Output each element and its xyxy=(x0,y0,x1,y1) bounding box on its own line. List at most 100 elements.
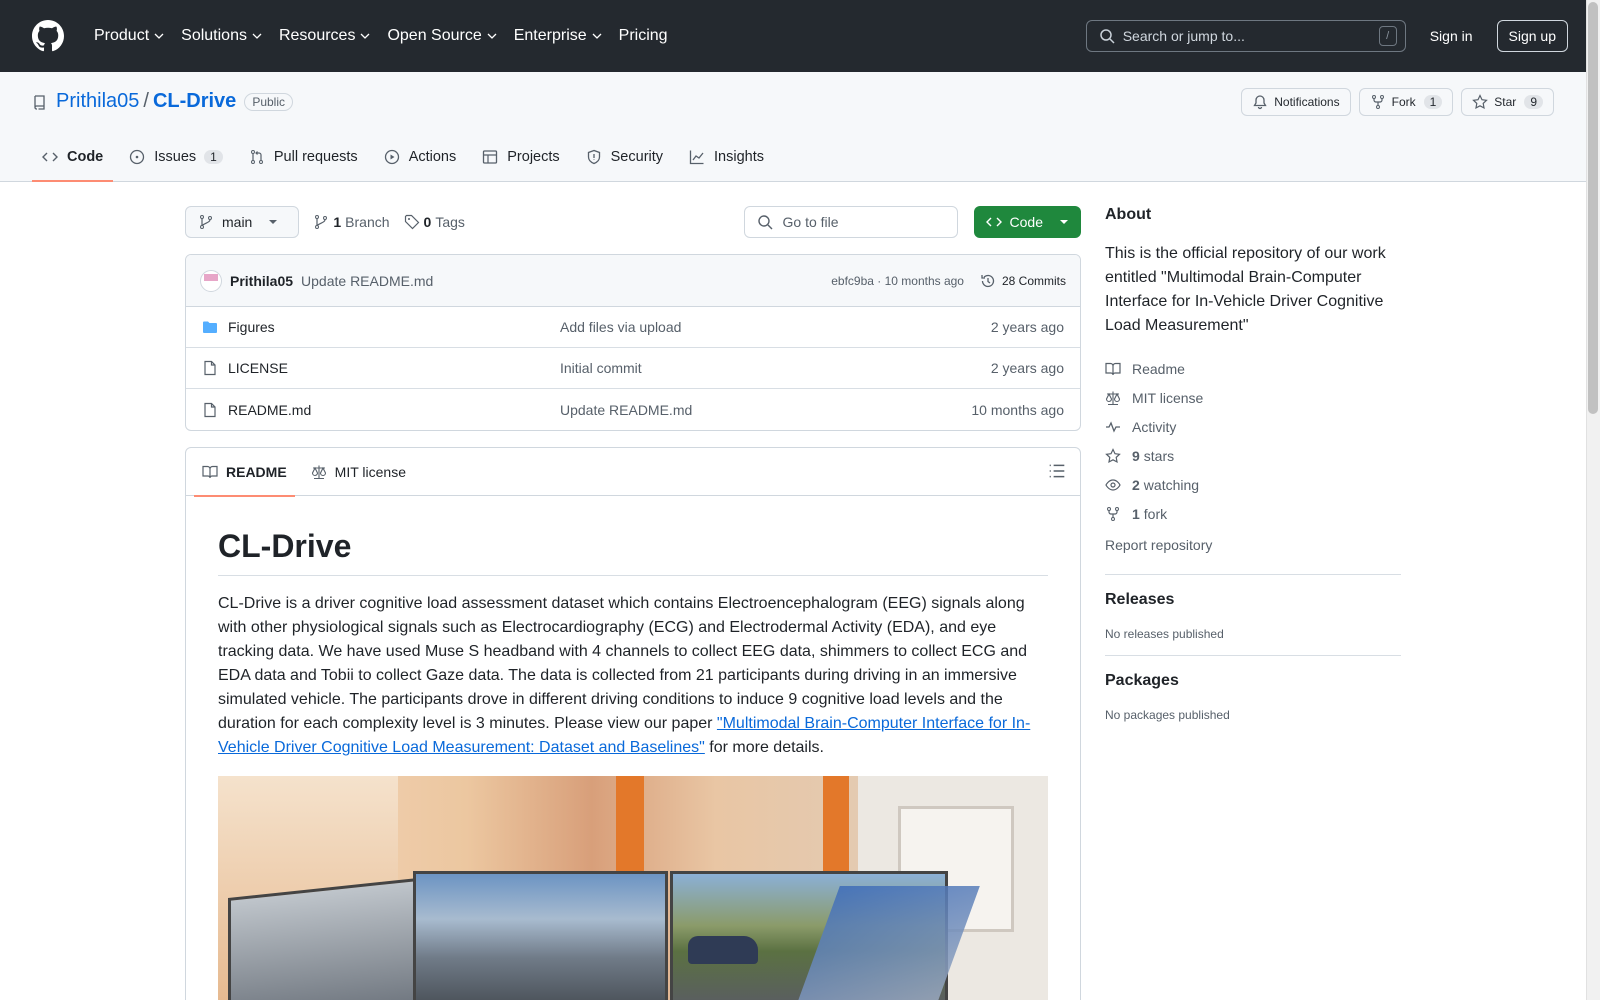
search-icon xyxy=(757,215,773,230)
file-icon xyxy=(204,360,216,376)
nav-resources[interactable]: Resources xyxy=(271,20,379,52)
github-logo-icon[interactable] xyxy=(32,20,64,52)
file-commit-message[interactable]: Add files via upload xyxy=(560,319,991,335)
stars-link[interactable]: 9 stars xyxy=(1105,441,1401,470)
list-outline-icon[interactable] xyxy=(1048,462,1066,480)
header-actions: Search or jump to... / Sign in Sign up xyxy=(1085,20,1568,52)
tab-pull-requests[interactable]: Pull requests xyxy=(239,133,368,181)
pull-request-icon xyxy=(250,150,263,164)
tab-label: MIT license xyxy=(334,463,406,480)
tab-code[interactable]: Code xyxy=(32,133,114,182)
code-button-label: Code xyxy=(1009,214,1043,230)
file-name-link[interactable]: Figures xyxy=(228,319,560,335)
shield-icon xyxy=(587,149,600,165)
fork-button[interactable]: Fork 1 xyxy=(1358,88,1454,116)
file-name-link[interactable]: README.md xyxy=(228,402,560,418)
branch-selector[interactable]: main xyxy=(185,206,300,238)
packages-heading[interactable]: Packages xyxy=(1105,672,1401,690)
file-commit-message[interactable]: Initial commit xyxy=(560,360,991,376)
about-heading: About xyxy=(1105,206,1152,223)
commit-author-link[interactable]: Prithila05 xyxy=(230,273,293,289)
packages-empty-text: No packages published xyxy=(1105,708,1230,722)
branch-icon xyxy=(315,215,328,229)
go-to-file-input[interactable]: Go to file xyxy=(743,206,958,238)
tab-label: Projects xyxy=(507,149,560,165)
tab-issues[interactable]: Issues 1 xyxy=(119,133,233,181)
tags-link[interactable]: 0 Tags xyxy=(404,214,465,230)
tab-license[interactable]: MIT license xyxy=(303,448,414,496)
repo-owner-link[interactable]: Prithila05 xyxy=(56,90,139,113)
nav-label: Enterprise xyxy=(513,27,587,44)
tab-label: Pull requests xyxy=(273,149,358,165)
forks-link[interactable]: 1 fork xyxy=(1105,499,1401,528)
watchers-link[interactable]: 2 watching xyxy=(1105,470,1401,499)
tab-insights[interactable]: Insights xyxy=(679,133,774,181)
table-row[interactable]: Figures Add files via upload 2 years ago xyxy=(186,307,1080,348)
file-toolbar: main 1 Branch 0 Tags Go to file Code xyxy=(185,206,1081,238)
global-search-input[interactable]: Search or jump to... / xyxy=(1085,20,1406,52)
photo-screen-center xyxy=(413,871,668,1000)
watching-count: 2 xyxy=(1132,476,1140,493)
star-button[interactable]: Star 9 xyxy=(1461,88,1554,116)
search-shortcut-key: / xyxy=(1378,26,1397,46)
tab-readme[interactable]: README xyxy=(194,448,295,497)
notifications-button[interactable]: Notifications xyxy=(1241,88,1351,116)
file-commit-message[interactable]: Update README.md xyxy=(560,402,971,418)
history-icon xyxy=(981,274,995,287)
commit-message-link[interactable]: Update README.md xyxy=(301,273,433,289)
branches-link[interactable]: 1 Branch xyxy=(313,214,390,230)
issues-count: 1 xyxy=(204,150,223,164)
tab-label: Issues xyxy=(154,149,197,165)
page-scrollbar[interactable] xyxy=(1586,0,1600,1000)
table-row[interactable]: README.md Update README.md 10 months ago xyxy=(186,389,1080,430)
activity-link-label: Activity xyxy=(1132,418,1177,435)
table-row[interactable]: LICENSE Initial commit 2 years ago xyxy=(186,348,1080,389)
visibility-badge: Public xyxy=(244,92,293,111)
search-icon xyxy=(1099,29,1115,44)
releases-heading[interactable]: Releases xyxy=(1105,591,1401,609)
graph-icon xyxy=(689,150,704,165)
divider xyxy=(1105,574,1401,575)
fork-icon xyxy=(1107,506,1119,521)
tab-projects[interactable]: Projects xyxy=(472,133,569,181)
caret-down-icon xyxy=(1060,220,1068,224)
play-icon xyxy=(384,149,399,165)
photo-car xyxy=(688,936,758,964)
global-nav: Product Solutions Resources Open Source … xyxy=(86,20,676,52)
tag-icon xyxy=(404,214,419,230)
branch-count: 1 xyxy=(333,214,342,230)
license-link[interactable]: MIT license xyxy=(1105,383,1401,412)
file-commit-time: 10 months ago xyxy=(971,401,1064,418)
readme-link-label: Readme xyxy=(1132,360,1185,377)
fork-count: 1 xyxy=(1132,505,1140,522)
divider xyxy=(1105,655,1401,656)
code-button[interactable]: Code xyxy=(973,206,1081,238)
nav-solutions[interactable]: Solutions xyxy=(173,20,271,52)
folder-icon xyxy=(203,321,217,333)
file-list: Prithila05 Update README.md ebfc9ba · 10… xyxy=(185,254,1081,431)
nav-enterprise[interactable]: Enterprise xyxy=(506,20,611,52)
file-name-link[interactable]: LICENSE xyxy=(228,360,560,376)
branch-name: main xyxy=(222,214,253,230)
activity-link[interactable]: Activity xyxy=(1105,412,1401,441)
star-icon xyxy=(1472,94,1489,110)
nav-open-source[interactable]: Open Source xyxy=(379,20,505,52)
tab-actions[interactable]: Actions xyxy=(374,133,467,181)
caret-down-icon xyxy=(269,220,278,224)
sign-in-link[interactable]: Sign in xyxy=(1420,28,1483,44)
avatar[interactable] xyxy=(200,269,222,292)
scale-icon xyxy=(311,465,326,479)
commits-history-link[interactable]: 28 Commits xyxy=(980,273,1066,289)
nav-pricing[interactable]: Pricing xyxy=(611,20,676,52)
readme-link[interactable]: Readme xyxy=(1105,354,1401,383)
readme-text-before: CL-Drive is a driver cognitive load asse… xyxy=(218,595,1028,732)
tab-security[interactable]: Security xyxy=(576,133,673,181)
repo-name-link[interactable]: CL-Drive xyxy=(153,90,236,113)
report-repository-link[interactable]: Report repository xyxy=(1105,530,1401,560)
sign-up-button[interactable]: Sign up xyxy=(1496,20,1568,52)
star-label: Star xyxy=(1494,95,1517,109)
photo-screen-left xyxy=(228,878,418,1000)
repo-header: Prithila05 / CL-Drive Public Notificatio… xyxy=(0,72,1600,182)
scrollbar-thumb[interactable] xyxy=(1588,2,1598,414)
nav-product[interactable]: Product xyxy=(86,20,173,52)
